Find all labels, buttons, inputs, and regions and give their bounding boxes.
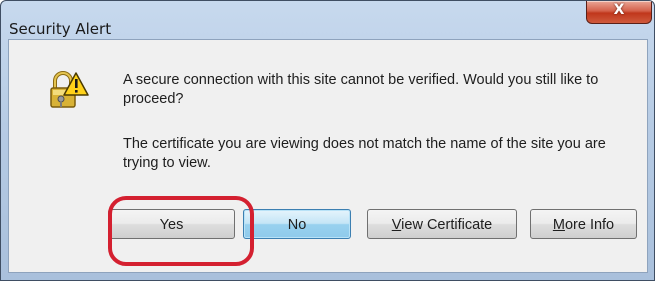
close-button[interactable]: X: [586, 1, 652, 24]
lock-warning-icon: [50, 71, 89, 108]
view-certificate-button[interactable]: View Certificate: [367, 209, 517, 239]
more-info-label: ore Info: [564, 217, 615, 233]
message-primary: A secure connection with this site canno…: [123, 72, 599, 107]
security-alert-window: Security Alert X A secure connection wit…: [0, 0, 655, 281]
view-certificate-label: iew Certificate: [401, 217, 493, 233]
title-bar[interactable]: Security Alert X: [1, 1, 654, 38]
yes-button[interactable]: Yes: [108, 209, 235, 239]
more-info-button[interactable]: More Info: [530, 209, 637, 239]
dialog-body: A secure connection with this site canno…: [8, 39, 648, 273]
no-button[interactable]: No: [243, 209, 351, 239]
message-secondary: The certificate you are viewing does not…: [123, 136, 606, 171]
window-title: Security Alert: [9, 20, 112, 38]
close-icon: X: [613, 2, 625, 18]
view-certificate-mnemonic: V: [391, 217, 402, 233]
more-info-mnemonic: M: [552, 217, 565, 233]
